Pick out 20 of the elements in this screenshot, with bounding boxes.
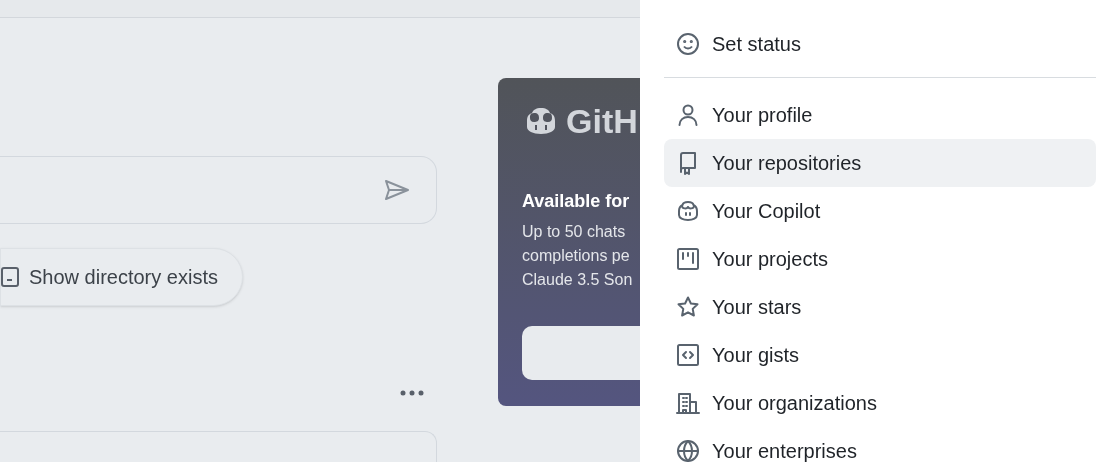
smiley-icon bbox=[676, 32, 700, 56]
suggestion-chip[interactable]: Show directory exists bbox=[0, 248, 243, 306]
promo-heading: Available for bbox=[522, 190, 631, 213]
promo-text: completions pe bbox=[522, 246, 631, 266]
star-icon bbox=[676, 295, 700, 319]
building-icon bbox=[676, 391, 700, 415]
more-icon[interactable] bbox=[399, 389, 425, 397]
promo-text: Claude 3.5 Son bbox=[522, 270, 634, 290]
copilot-icon bbox=[676, 199, 700, 223]
person-icon bbox=[676, 103, 700, 127]
promo-text: Up to 50 chats bbox=[522, 222, 627, 242]
chat-input[interactable] bbox=[0, 156, 437, 224]
code-icon bbox=[676, 343, 700, 367]
brand-name: GitH bbox=[566, 100, 638, 142]
board-icon bbox=[676, 247, 700, 271]
file-icon bbox=[1, 267, 19, 287]
globe-icon bbox=[676, 439, 700, 462]
menu-item[interactable]: Set status bbox=[664, 26, 1096, 62]
menu-item[interactable]: Your repositories bbox=[664, 139, 1096, 187]
send-icon[interactable] bbox=[384, 179, 410, 201]
